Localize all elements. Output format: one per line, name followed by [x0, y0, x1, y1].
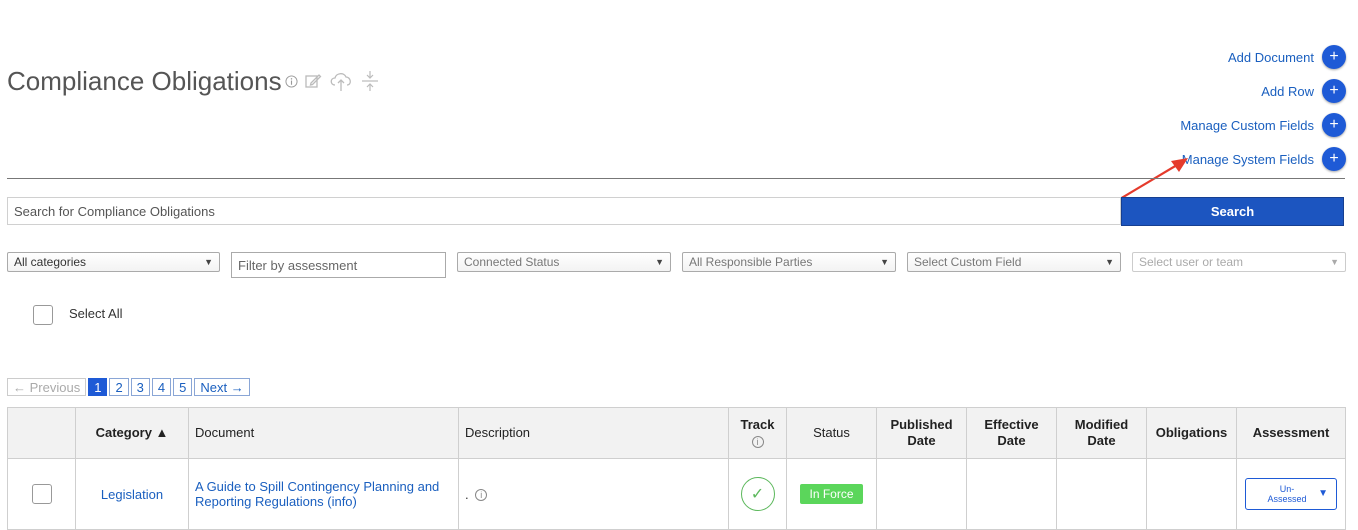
- header-modified-date[interactable]: Modified Date: [1056, 407, 1147, 459]
- assessment-cell: Un-Assessed ▼: [1236, 458, 1346, 530]
- header-select: [7, 407, 76, 459]
- title-toolbar: [285, 70, 380, 92]
- pagination: ← Previous 1 2 3 4 5 Next →: [7, 378, 250, 396]
- user-team-value: Select user or team: [1139, 255, 1244, 269]
- collapse-icon[interactable]: [360, 70, 380, 92]
- add-document-action[interactable]: Add Document +: [1046, 40, 1346, 74]
- manage-custom-fields-link[interactable]: Manage Custom Fields: [1180, 118, 1314, 133]
- track-cell: ✓: [728, 458, 787, 530]
- chevron-down-icon: ▼: [204, 257, 213, 267]
- document-cell: A Guide to Spill Contingency Planning an…: [188, 458, 459, 530]
- connected-status-select[interactable]: Connected Status ▼: [457, 252, 671, 272]
- plus-icon[interactable]: +: [1322, 147, 1346, 171]
- description-text: .: [465, 486, 469, 502]
- cloud-upload-icon[interactable]: [328, 70, 354, 92]
- page-4-button[interactable]: 4: [151, 378, 172, 396]
- checkmark-icon[interactable]: ✓: [740, 477, 775, 511]
- document-link[interactable]: A Guide to Spill Contingency Planning an…: [195, 479, 439, 509]
- table-header-row: Category ▲ Document Description Track i …: [7, 407, 1346, 459]
- description-cell: . i: [458, 458, 729, 530]
- category-select-value: All categories: [14, 255, 87, 269]
- add-document-link[interactable]: Add Document: [1228, 50, 1314, 65]
- chevron-down-icon: ▼: [655, 257, 664, 267]
- add-row-link[interactable]: Add Row: [1261, 84, 1314, 99]
- info-icon[interactable]: i: [751, 435, 764, 448]
- obligations-cell: [1146, 458, 1237, 530]
- header-category[interactable]: Category ▲: [75, 407, 189, 459]
- custom-field-value: Select Custom Field: [914, 255, 1022, 269]
- row-select-cell: [7, 458, 76, 530]
- user-team-select[interactable]: Select user or team ▼: [1132, 252, 1346, 272]
- select-all-label: Select All: [69, 306, 123, 321]
- page-3-button[interactable]: 3: [130, 378, 150, 396]
- modified-date-cell: [1056, 458, 1147, 530]
- search-button[interactable]: Search: [1121, 197, 1344, 226]
- chevron-down-icon: ▼: [1105, 257, 1114, 267]
- header-divider: [7, 178, 1345, 179]
- chevron-down-icon: ▼: [1318, 488, 1328, 499]
- assessment-value: Un-Assessed: [1267, 484, 1307, 504]
- header-assessment[interactable]: Assessment: [1236, 407, 1346, 459]
- row-checkbox[interactable]: [31, 484, 52, 504]
- responsible-parties-select[interactable]: All Responsible Parties ▼: [682, 252, 896, 272]
- select-all-checkbox[interactable]: [33, 305, 53, 325]
- header-published-date[interactable]: Published Date: [876, 407, 967, 459]
- header-status[interactable]: Status: [786, 407, 877, 459]
- page-5-button[interactable]: 5: [173, 378, 193, 396]
- page-title: Compliance Obligations: [7, 66, 282, 96]
- header-obligations[interactable]: Obligations: [1146, 407, 1237, 459]
- add-row-action[interactable]: Add Row +: [1046, 74, 1346, 108]
- published-date-cell: [876, 458, 967, 530]
- header-document[interactable]: Document: [188, 407, 459, 459]
- responsible-parties-value: All Responsible Parties: [689, 255, 813, 269]
- status-badge: In Force: [800, 484, 863, 504]
- custom-field-select[interactable]: Select Custom Field ▼: [907, 252, 1121, 272]
- header-effective-date[interactable]: Effective Date: [966, 407, 1057, 459]
- connected-status-value: Connected Status: [464, 255, 560, 269]
- previous-page-button[interactable]: ← Previous: [7, 378, 87, 396]
- header-description[interactable]: Description: [458, 407, 729, 459]
- chevron-down-icon: ▼: [880, 257, 889, 267]
- plus-icon[interactable]: +: [1322, 45, 1346, 69]
- next-page-button[interactable]: Next →: [194, 378, 250, 396]
- page-2-button[interactable]: 2: [109, 378, 129, 396]
- info-icon[interactable]: [285, 74, 298, 88]
- search-input[interactable]: [7, 197, 1121, 225]
- category-link[interactable]: Legislation: [101, 487, 163, 502]
- header-track: Track i: [728, 407, 787, 459]
- plus-icon[interactable]: +: [1322, 113, 1346, 137]
- assessment-filter-input[interactable]: [231, 252, 446, 278]
- edit-icon[interactable]: [304, 72, 322, 90]
- category-select[interactable]: All categories ▼: [7, 252, 220, 272]
- manage-custom-fields-action[interactable]: Manage Custom Fields +: [1046, 108, 1346, 142]
- category-cell: Legislation: [75, 458, 189, 530]
- effective-date-cell: [966, 458, 1057, 530]
- header-track-label: Track: [740, 417, 775, 432]
- table-row: Legislation A Guide to Spill Contingency…: [7, 458, 1346, 530]
- plus-icon[interactable]: +: [1322, 79, 1346, 103]
- manage-system-fields-link[interactable]: Manage System Fields: [1182, 152, 1314, 167]
- info-icon[interactable]: i: [475, 489, 488, 502]
- status-cell: In Force: [786, 458, 877, 530]
- page-1-button[interactable]: 1: [88, 378, 108, 396]
- chevron-down-icon: ▼: [1330, 257, 1339, 267]
- assessment-dropdown[interactable]: Un-Assessed ▼: [1245, 478, 1337, 510]
- obligations-table: Category ▲ Document Description Track i …: [7, 407, 1346, 530]
